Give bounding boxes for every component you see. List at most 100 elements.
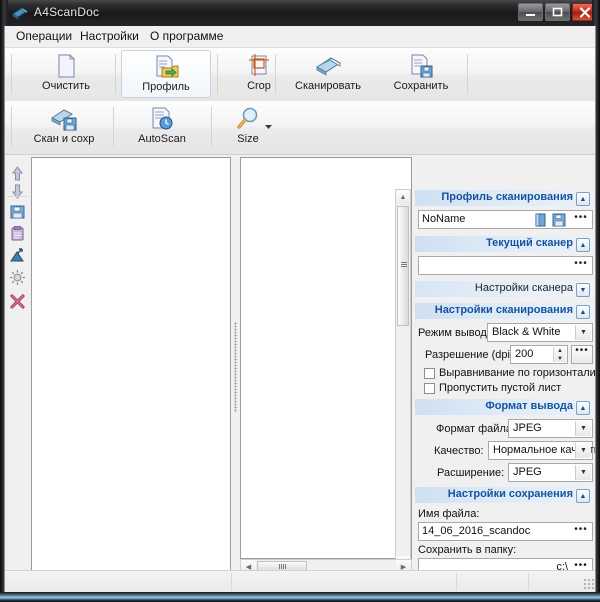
profile-name-field[interactable]: NoName •••: [418, 210, 593, 229]
menu-about[interactable]: О программе: [145, 29, 228, 44]
preview-vertical-scrollbar[interactable]: ▲ ▼: [395, 189, 411, 572]
scanner-icon: [314, 53, 342, 79]
filename-browse-button[interactable]: •••: [572, 525, 590, 540]
title-bar: A4ScanDoc: [0, 0, 600, 26]
save-page-button[interactable]: [9, 203, 26, 220]
rotate-button[interactable]: [9, 247, 26, 264]
file-format-combo[interactable]: JPEG ▼: [508, 419, 593, 438]
blank-page-icon: [52, 53, 80, 79]
profile-browse-button[interactable]: •••: [572, 213, 590, 228]
toolbar-grip-2: [11, 107, 12, 147]
menu-bar: Операции Настройки О программе: [5, 26, 595, 47]
hscroll-thumb-grip-icon: [278, 564, 286, 569]
toolbar-bottom: Скан и сохр AutoScan Size: [5, 101, 595, 155]
section-title-profile: Профиль сканирования: [441, 191, 573, 203]
skip-blank-page-checkbox[interactable]: [424, 383, 435, 394]
section-header-scanner-settings[interactable]: Настройки сканера ▼: [415, 281, 593, 297]
toolbar-separator-4: [467, 54, 468, 94]
window-border-bottom: [0, 592, 600, 602]
section-header-scan-settings[interactable]: Настройки сканирования ▲: [415, 303, 593, 319]
quality-label: Качество:: [434, 445, 484, 457]
extension-combo[interactable]: JPEG ▼: [508, 463, 593, 482]
section-toggle-scan-settings[interactable]: ▲: [576, 305, 590, 319]
spinner-buttons[interactable]: ▲ ▼: [553, 347, 566, 362]
file-format-value: JPEG: [513, 422, 542, 434]
autoscan-icon: [148, 106, 176, 132]
scan-and-save-button[interactable]: Скан и сохр: [21, 103, 107, 151]
crop-button-label: Crop: [247, 80, 271, 92]
chevron-down-icon[interactable]: ▼: [575, 421, 591, 436]
thumbnail-list-panel[interactable]: [31, 157, 231, 575]
save-button[interactable]: Сохранить: [379, 50, 463, 98]
section-toggle-save-settings[interactable]: ▲: [576, 489, 590, 503]
move-up-button[interactable]: [9, 165, 26, 182]
dpi-browse-button[interactable]: •••: [571, 345, 593, 364]
save-document-icon: [407, 53, 435, 79]
section-title-scanner: Текущий сканер: [486, 237, 573, 249]
section-toggle-output-format[interactable]: ▲: [576, 401, 590, 415]
chevron-down-icon[interactable]: ▼: [575, 443, 591, 458]
profile-button-label: Профиль: [142, 81, 190, 93]
dpi-value: 200: [515, 348, 534, 360]
current-scanner-field[interactable]: •••: [418, 256, 593, 275]
splitter-grip-icon: [234, 322, 237, 412]
section-toggle-scanner-settings[interactable]: ▼: [576, 283, 590, 297]
scan-button[interactable]: Сканировать: [281, 50, 375, 98]
menu-settings[interactable]: Настройки: [75, 29, 144, 44]
section-toggle-profile[interactable]: ▲: [576, 192, 590, 206]
delete-button[interactable]: [9, 293, 26, 310]
menu-operations[interactable]: Операции: [11, 29, 77, 44]
spinner-up-icon[interactable]: ▲: [554, 347, 566, 354]
autoscan-button[interactable]: AutoScan: [119, 103, 205, 151]
dpi-spinner[interactable]: 200 ▲ ▼: [510, 345, 568, 364]
section-title-save-settings: Настройки сохранения: [447, 488, 573, 500]
filename-value: 14_06_2016_scandoc: [422, 525, 531, 537]
toolbar-separator-2: [217, 54, 218, 94]
section-header-scanner[interactable]: Текущий сканер ▲: [415, 236, 593, 252]
scroll-up-arrow-icon[interactable]: ▲: [396, 190, 410, 205]
spinner-down-icon[interactable]: ▼: [554, 355, 566, 362]
clear-button[interactable]: Очистить: [21, 50, 111, 98]
quality-combo[interactable]: Нормальное качество ▼: [488, 441, 595, 460]
sidebar-separator: [8, 196, 27, 197]
move-down-button[interactable]: [9, 183, 26, 200]
extension-value: JPEG: [513, 466, 542, 478]
align-horizontal-checkbox[interactable]: [424, 368, 435, 379]
section-header-profile[interactable]: Профиль сканирования ▲: [415, 190, 593, 206]
scanner-browse-button[interactable]: •••: [572, 259, 590, 274]
chevron-down-icon[interactable]: ▼: [575, 465, 591, 480]
preview-panel[interactable]: [240, 157, 412, 559]
toolbar-separator-6: [211, 107, 212, 147]
autoscan-label: AutoScan: [138, 133, 186, 145]
minimize-button[interactable]: [518, 3, 543, 21]
settings-panel: Профиль сканирования ▲ NoName ••• Текущи…: [413, 155, 595, 577]
app-icon: [12, 5, 29, 21]
file-format-label: Формат файла:: [436, 423, 516, 435]
section-header-output-format[interactable]: Формат вывода ▲: [415, 399, 593, 415]
status-cell-3: [457, 573, 529, 591]
vertical-scroll-thumb[interactable]: [397, 206, 409, 326]
section-header-save-settings[interactable]: Настройки сохранения ▲: [415, 487, 593, 503]
brightness-button[interactable]: [9, 269, 26, 286]
copy-clipboard-button[interactable]: [9, 225, 26, 242]
section-toggle-scanner[interactable]: ▲: [576, 238, 590, 252]
chevron-down-icon[interactable]: ▼: [575, 325, 591, 340]
status-bar: [5, 570, 595, 592]
size-dropdown-arrow-icon[interactable]: [263, 121, 274, 132]
save-button-label: Сохранить: [393, 80, 449, 92]
scan-button-label: Сканировать: [295, 80, 361, 92]
open-profile-icon[interactable]: [534, 213, 548, 227]
toolbar-separator-5: [113, 107, 114, 147]
save-profile-icon[interactable]: [552, 213, 566, 227]
output-mode-value: Black & White: [492, 326, 561, 338]
crop-icon: [245, 53, 273, 79]
panel-splitter[interactable]: [232, 157, 239, 575]
scroll-thumb-grip-icon: [401, 262, 407, 267]
resize-grip-icon[interactable]: [583, 578, 595, 590]
toolbar-separator-3: [275, 54, 276, 94]
maximize-button[interactable]: [545, 3, 570, 21]
filename-field[interactable]: 14_06_2016_scandoc •••: [418, 522, 593, 541]
status-cell-2: [232, 573, 457, 591]
profile-button[interactable]: Профиль: [121, 50, 211, 98]
output-mode-combo[interactable]: Black & White ▼: [487, 323, 593, 342]
